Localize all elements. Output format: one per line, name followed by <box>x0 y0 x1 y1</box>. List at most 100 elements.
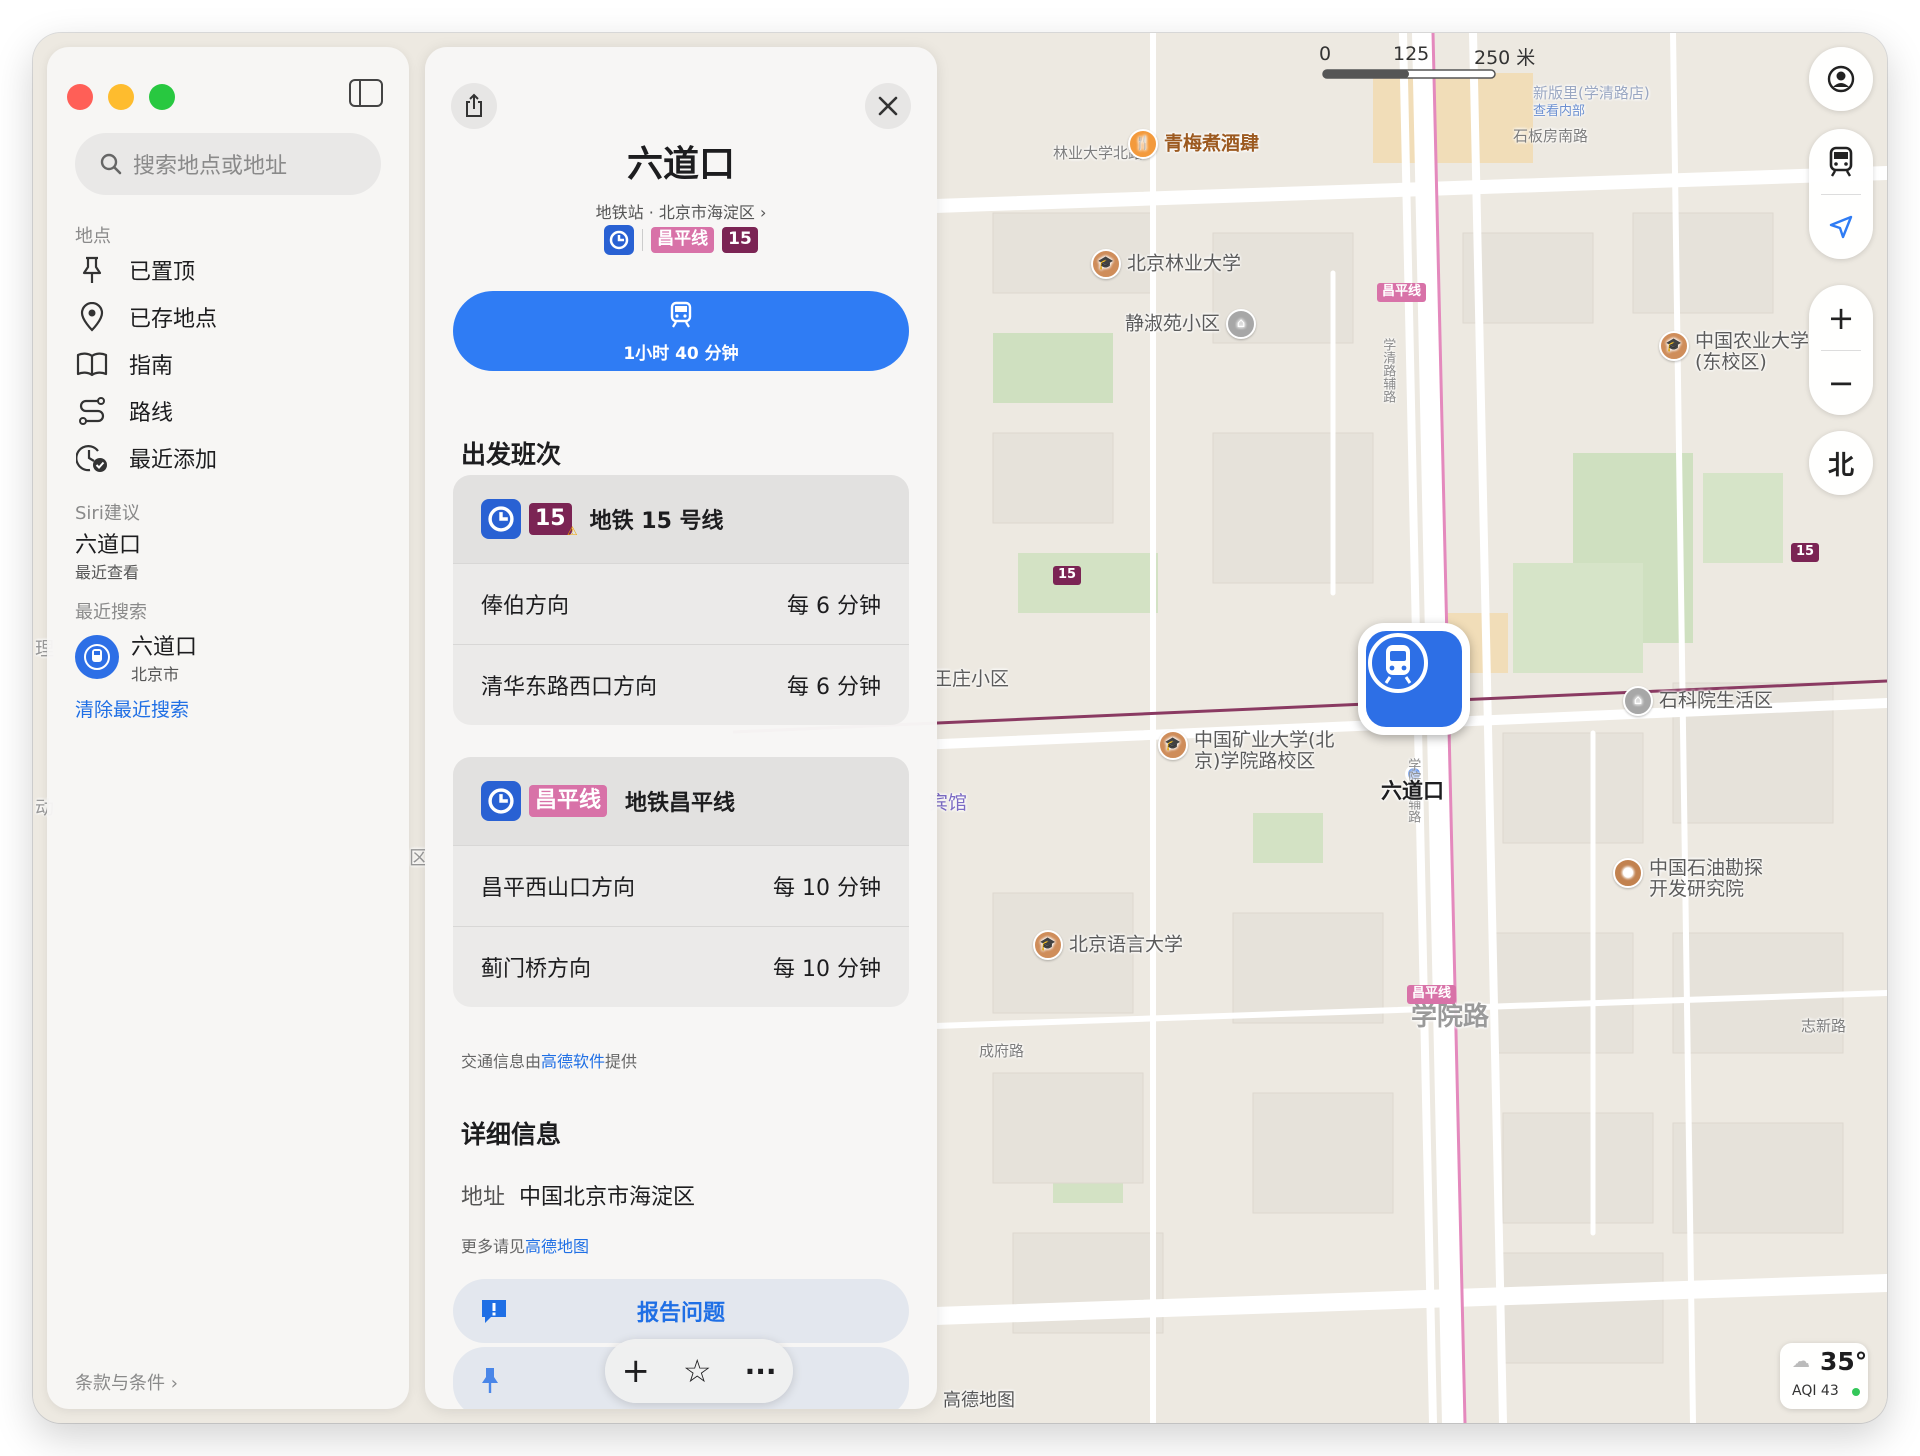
recent-search-item[interactable]: 六道口 北京市 <box>75 629 197 685</box>
sidebar-item-label: 最近添加 <box>129 448 218 473</box>
weather-aqi: AQI 43 <box>1792 1383 1839 1399</box>
scale-zero: 0 <box>1319 43 1332 65</box>
line-badges: 昌平线 15 <box>425 225 937 255</box>
university-icon: 🎓 <box>1158 730 1188 760</box>
sidebar-item-pinned[interactable]: 已置顶 <box>75 250 195 290</box>
account-button[interactable] <box>1809 47 1873 111</box>
poi-petro[interactable]: ● 中国石油勘探 开发研究院 <box>1613 858 1763 900</box>
recent-item-title: 六道口 <box>131 635 198 660</box>
sidebar-item-recently-added[interactable]: 最近添加 <box>75 438 217 478</box>
zoom-out-button[interactable]: − <box>1809 350 1873 415</box>
sidebar-item-guides[interactable]: 指南 <box>75 344 173 384</box>
direction-row[interactable]: 清华东路西口方向 每 6 分钟 <box>453 644 909 725</box>
provider-link[interactable]: 高德软件 <box>541 1052 605 1071</box>
poi-cumt[interactable]: 🎓 中国矿业大学(北 京)学院路校区 <box>1158 730 1334 772</box>
line-header[interactable]: 昌平线 地铁昌平线 <box>453 757 909 845</box>
train-icon <box>75 635 119 679</box>
research-icon: ● <box>1613 858 1643 888</box>
sidebar-item-label: 已存地点 <box>129 307 218 332</box>
add-button[interactable]: + <box>621 1351 650 1391</box>
window-minimize-button[interactable] <box>108 84 134 110</box>
badge-changping: 昌平线 <box>651 227 715 253</box>
terms-link[interactable]: 条款与条件 › <box>75 1369 178 1395</box>
aqi-status-dot <box>1852 1388 1860 1396</box>
residential-icon: ⌂ <box>1623 686 1653 716</box>
book-icon <box>75 347 109 381</box>
sidebar-item-routes[interactable]: 路线 <box>75 391 173 431</box>
scale-max: 250 米 <box>1474 47 1536 69</box>
poi-qingmei[interactable]: 🍴 青梅煮酒肆 <box>1128 129 1259 159</box>
map-line-badge-15: 15 <box>1791 543 1820 562</box>
more-info-note: 更多请见高德地图 <box>461 1237 590 1256</box>
sidebar-item-label: 指南 <box>129 354 174 379</box>
address-value: 中国北京市海淀区 <box>519 1185 696 1210</box>
station-label: 六道口 <box>1381 779 1444 803</box>
search-placeholder: 搜索地点或地址 <box>133 154 288 179</box>
pin-icon <box>482 1368 498 1393</box>
direction-row[interactable]: 俸伯方向 每 6 分钟 <box>453 563 909 644</box>
pin-icon <box>75 253 109 287</box>
plus-icon: + <box>1827 298 1855 337</box>
line-name: 地铁 15 号线 <box>589 509 724 534</box>
place-card: 六道口 地铁站 · 北京市海淀区 › 昌平线 15 1小时 40 分钟 出发班次… <box>425 47 937 1409</box>
location-pin-icon <box>75 300 109 334</box>
direction-frequency: 每 10 分钟 <box>773 876 881 901</box>
beijing-subway-logo-icon <box>481 499 521 539</box>
zoom-group: + − <box>1809 285 1873 415</box>
map-line-badge-changping: 昌平线 <box>1377 283 1427 302</box>
transit-mode-button[interactable] <box>1809 129 1873 194</box>
line-card-15: 15 ⚠ 地铁 15 号线 俸伯方向 每 6 分钟 清华东路西口方向 每 6 分钟 <box>453 475 909 725</box>
map-attribution: 高德地图 <box>943 1390 1015 1411</box>
favorite-star-icon[interactable]: ☆ <box>683 1352 712 1390</box>
poi-shikeyuan[interactable]: ⌂ 石科院生活区 <box>1623 686 1773 716</box>
badge-line-15: 15 <box>722 227 758 253</box>
share-icon <box>466 93 482 117</box>
poi-bjfu[interactable]: 🎓 北京林业大学 <box>1091 249 1241 279</box>
sidebar-toggle-icon[interactable] <box>349 79 383 107</box>
amap-link[interactable]: 高德地图 <box>525 1237 589 1256</box>
close-button[interactable] <box>865 83 911 129</box>
report-issue-button[interactable]: 报告问题 <box>453 1279 909 1343</box>
map-line-badge-15: 15 <box>1053 566 1082 585</box>
university-icon: 🎓 <box>1091 249 1121 279</box>
share-button[interactable] <box>451 83 497 129</box>
poi-cau[interactable]: 🎓 中国农业大学 (东校区) <box>1659 331 1809 373</box>
more-options-icon[interactable]: ··· <box>745 1355 777 1388</box>
poi-xinfang[interactable]: 新版里(学清路店) <box>1533 85 1650 102</box>
poi-jingshuyuan[interactable]: 静淑苑小区 ⌂ <box>1125 309 1262 339</box>
window-zoom-button[interactable] <box>149 84 175 110</box>
siri-suggestion-item[interactable]: 六道口 最近查看 <box>75 527 141 583</box>
road-label-xueyuan: 学院路 <box>1411 1002 1490 1032</box>
locate-me-button[interactable] <box>1809 194 1873 259</box>
map-line-badge-changping: 昌平线 <box>1407 985 1457 1004</box>
line-header[interactable]: 15 ⚠ 地铁 15 号线 <box>453 475 909 563</box>
sidebar-item-saved[interactable]: 已存地点 <box>75 297 217 337</box>
poi-xinfang-sub[interactable]: 查看内部 <box>1533 104 1585 119</box>
direction-row[interactable]: 蓟门桥方向 每 10 分钟 <box>453 926 909 1007</box>
road-label-shiban: 石板房南路 <box>1513 127 1589 145</box>
sidebar-item-label: 路线 <box>129 401 174 426</box>
direction-name: 昌平西山口方向 <box>481 876 636 901</box>
departures-heading: 出发班次 <box>461 440 562 469</box>
train-icon <box>1829 146 1853 177</box>
poi-blcu[interactable]: 🎓 北京语言大学 <box>1033 930 1183 960</box>
zoom-in-button[interactable]: + <box>1809 285 1873 350</box>
recent-heading: 最近搜索 <box>75 602 147 623</box>
clear-recent-link[interactable]: 清除最近搜索 <box>75 695 189 722</box>
search-field[interactable]: 搜索地点或地址 <box>75 133 381 195</box>
scale-mid: 125 <box>1393 43 1430 65</box>
location-arrow-icon <box>1829 215 1853 238</box>
place-subtitle[interactable]: 地铁站 · 北京市海淀区 › <box>425 199 937 223</box>
university-icon: 🎓 <box>1659 331 1689 361</box>
directions-button[interactable]: 1小时 40 分钟 <box>453 291 909 371</box>
compass-button[interactable]: 北 <box>1809 431 1873 495</box>
train-icon <box>670 301 692 328</box>
weather-widget[interactable]: ☁ 35° AQI 43 <box>1780 1343 1868 1409</box>
window-close-button[interactable] <box>67 84 93 110</box>
address-row[interactable]: 地址 中国北京市海淀区 <box>461 1179 695 1211</box>
map-mode-group <box>1809 129 1873 259</box>
direction-row[interactable]: 昌平西山口方向 每 10 分钟 <box>453 845 909 926</box>
direction-frequency: 每 6 分钟 <box>787 675 881 700</box>
direction-name: 蓟门桥方向 <box>481 957 592 982</box>
station-marker[interactable] <box>1358 623 1470 735</box>
